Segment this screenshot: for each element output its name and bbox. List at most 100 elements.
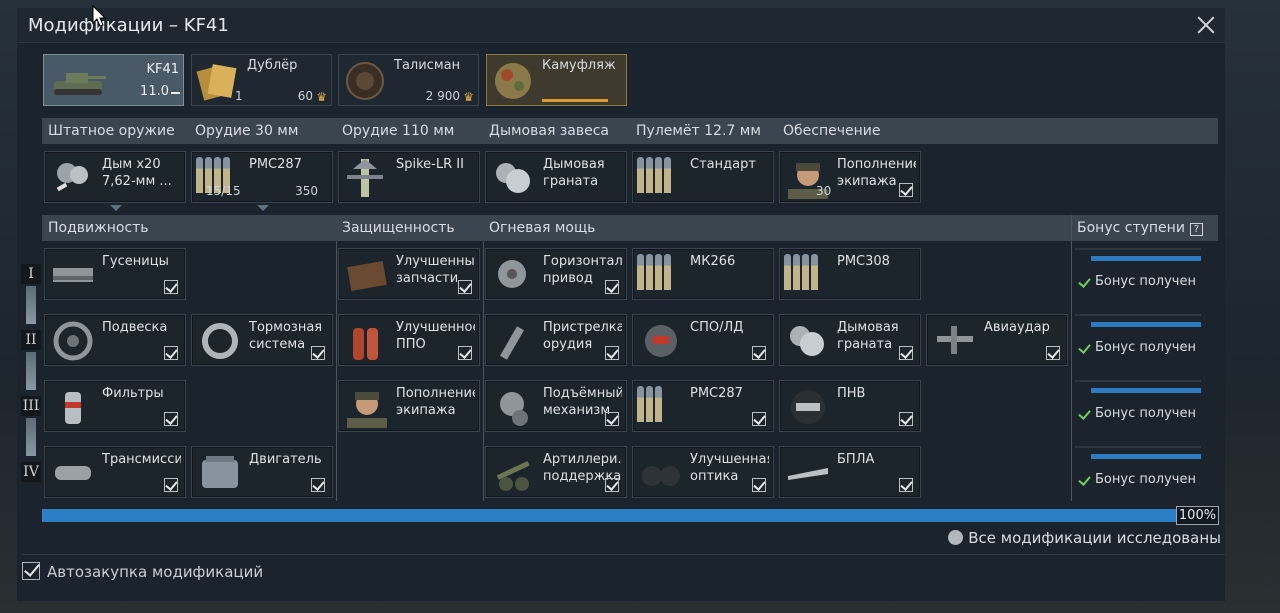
ammo-count: 15/15 xyxy=(206,184,241,198)
weapon-tile-pmc287[interactable]: PMC287 15/15 350 xyxy=(191,151,333,203)
header-smoke: Дымовая завеса xyxy=(483,118,631,144)
mod-suspension[interactable]: Подвеска xyxy=(44,314,186,366)
research-progress-bar xyxy=(42,509,1177,522)
vehicle-br: 11.0 xyxy=(140,84,169,99)
tier-3-label: III xyxy=(21,396,41,416)
mod-airstrike[interactable]: Авиаудар xyxy=(926,314,1068,366)
tier-arrow xyxy=(26,352,36,390)
tier-2-bonus: Бонус получен xyxy=(1075,314,1201,370)
mod-crew-replenish[interactable]: Пополнение экипажа xyxy=(338,380,480,432)
help-icon[interactable]: ? xyxy=(1189,223,1203,236)
bonus-text: Бонус получен xyxy=(1095,406,1196,421)
header-gun-110mm: Орудие 110 мм xyxy=(336,118,484,144)
talisman-label: Талисман xyxy=(394,58,461,73)
title-bar: Модификации – KF41 xyxy=(17,8,1225,43)
header-protection: Защищенность xyxy=(336,215,483,241)
weapon-tile-crew[interactable]: Пополнение экипажа 30 xyxy=(779,151,921,203)
mod-pmc308[interactable]: PMC308 xyxy=(779,248,921,300)
header-support: Обеспечение xyxy=(777,118,1218,144)
bonus-text: Бонус получен xyxy=(1095,274,1196,289)
tier-2-label: II xyxy=(21,330,41,350)
bonus-bar xyxy=(1091,454,1201,459)
mod-spare-parts[interactable]: Улучшенные запчасти xyxy=(338,248,480,300)
missile-icon xyxy=(347,159,383,197)
researched-check xyxy=(752,412,766,426)
crew-backup-price: 60 xyxy=(297,89,313,103)
camo-label: Камуфляж xyxy=(542,58,616,73)
tile-label: PMC308 xyxy=(837,254,890,269)
smoke-grenade-icon xyxy=(496,163,530,193)
binoculars-icon xyxy=(642,466,680,486)
tier-1-label: I xyxy=(21,264,41,284)
talisman-icon xyxy=(346,62,384,100)
smoke-wrench-icon xyxy=(56,163,88,192)
tile-label: PMC287 xyxy=(249,157,302,172)
vehicle-slot[interactable]: KF41 11.0 xyxy=(43,54,184,106)
close-button[interactable] xyxy=(1195,14,1217,36)
tile-label: Фильтры xyxy=(102,386,164,401)
artillery-icon xyxy=(496,461,530,491)
researched-check xyxy=(458,346,472,360)
dropdown-caret[interactable] xyxy=(110,205,122,211)
mod-artillery[interactable]: Артиллери... поддержка xyxy=(485,446,627,498)
talisman-slot[interactable]: Талисман 2 900 ♛ xyxy=(338,54,479,106)
pmc308-ammo-icon xyxy=(784,254,832,296)
elevation-icon xyxy=(500,392,528,426)
researched-check xyxy=(899,346,913,360)
tier-1-bonus: Бонус получен xyxy=(1075,248,1201,304)
mod-night-vision[interactable]: ПНВ xyxy=(779,380,921,432)
auto-purchase-toggle[interactable]: Автозакупка модификаций xyxy=(22,562,264,581)
mod-pmc287[interactable]: PMC287 xyxy=(632,380,774,432)
mg-ammo-icon xyxy=(637,157,685,199)
mod-tracks[interactable]: Гусеницы xyxy=(44,248,186,300)
header-firepower: Огневая мощь xyxy=(483,215,1071,241)
divider xyxy=(336,241,337,501)
researched-check xyxy=(899,412,913,426)
brake-icon xyxy=(202,323,238,359)
laser-warning-icon xyxy=(645,325,677,357)
researched-check xyxy=(605,478,619,492)
researched-check xyxy=(605,346,619,360)
suspension-icon xyxy=(53,321,93,361)
bonus-bar xyxy=(1091,322,1201,327)
mod-transmission[interactable]: Трансмиссия xyxy=(44,446,186,498)
mod-smoke-grenade[interactable]: Дымовая граната xyxy=(779,314,921,366)
camo-slot[interactable]: Камуфляж xyxy=(486,54,627,106)
mod-turret-drive[interactable]: Горизонтал... привод xyxy=(485,248,627,300)
researched-check xyxy=(311,346,325,360)
mod-drone[interactable]: БПЛА xyxy=(779,446,921,498)
mk266-ammo-icon xyxy=(637,254,685,296)
tier-4-bonus: Бонус получен xyxy=(1075,446,1201,502)
mod-filters[interactable]: Фильтры xyxy=(44,380,186,432)
zeroing-icon xyxy=(500,326,524,360)
weapon-tile-standard[interactable]: Стандарт xyxy=(632,151,774,203)
tile-label: БПЛА xyxy=(837,452,875,467)
divider xyxy=(483,241,484,501)
mod-elevation[interactable]: Подъёмный механизм xyxy=(485,380,627,432)
mod-engine[interactable]: Двигатель xyxy=(191,446,333,498)
researched-check xyxy=(164,478,178,492)
tier-arrow xyxy=(26,286,36,324)
mod-laser-warning[interactable]: СПО/ЛД xyxy=(632,314,774,366)
mod-gun-zeroing[interactable]: Пристрелка орудия xyxy=(485,314,627,366)
dropdown-caret[interactable] xyxy=(257,205,269,211)
mod-brakes[interactable]: Тормозная система xyxy=(191,314,333,366)
turret-drive-icon xyxy=(498,260,526,288)
crew-count: 30 xyxy=(816,184,832,198)
mod-optics[interactable]: Улучшенная оптика xyxy=(632,446,774,498)
header-gun-30mm: Орудие 30 мм xyxy=(189,118,337,144)
auto-purchase-checkbox[interactable] xyxy=(22,562,40,580)
researched-check xyxy=(164,412,178,426)
tank-icon xyxy=(54,73,106,95)
progress-percent: 100% xyxy=(1176,506,1219,525)
mod-fire-extinguisher[interactable]: Улучшенное ППО xyxy=(338,314,480,366)
crew-backup-slot[interactable]: Дублёр 1 60 ♛ xyxy=(191,54,332,106)
weapon-tile-smoke-grenade[interactable]: Дымовая граната xyxy=(485,151,627,203)
mod-mk266[interactable]: МК266 xyxy=(632,248,774,300)
footer-divider xyxy=(22,554,1225,555)
tier-3-bonus: Бонус получен xyxy=(1075,380,1201,436)
auto-purchase-label: Автозакупка модификаций xyxy=(47,563,264,581)
weapon-tile-smoke[interactable]: Дым x20 7,62-мм ... xyxy=(44,151,186,203)
weapon-tile-spike[interactable]: Spike-LR II xyxy=(338,151,480,203)
nightvision-icon xyxy=(791,390,825,424)
